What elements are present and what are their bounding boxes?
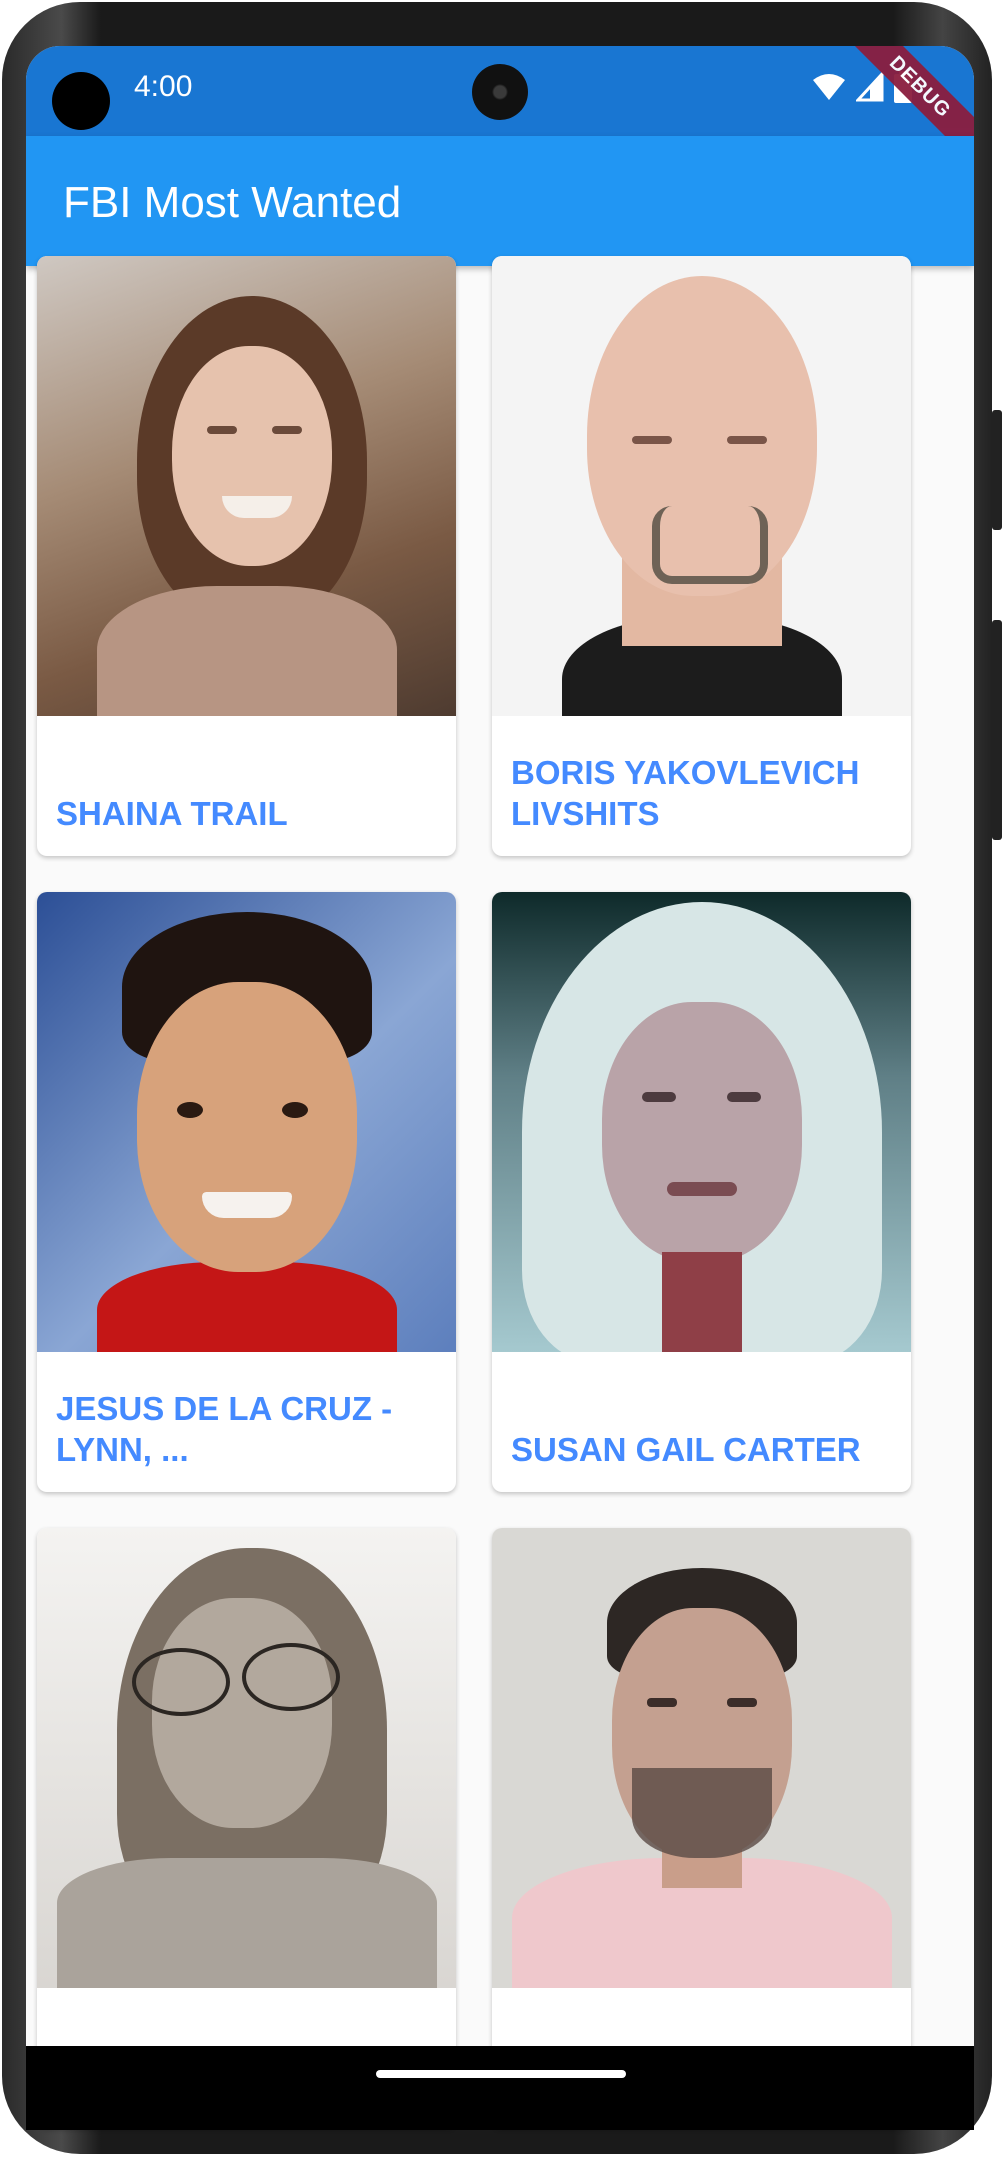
- wanted-card[interactable]: SHAINA TRAIL: [37, 256, 456, 856]
- wanted-photo: [492, 892, 911, 1352]
- status-time: 4:00: [134, 70, 193, 103]
- signal-icon: [856, 72, 884, 102]
- status-bar: 4:00 DEBUG: [26, 46, 974, 170]
- wanted-card[interactable]: [37, 1528, 456, 2128]
- wanted-photo: [492, 1528, 911, 1988]
- app-bar: FBI Most Wanted: [26, 136, 974, 266]
- phone-frame: 4:00 DEBUG FBI Most Wanted SHAINA TRAIL …: [0, 0, 1002, 2160]
- home-gesture-handle[interactable]: [376, 2070, 626, 2078]
- wanted-photo: [37, 892, 456, 1352]
- wanted-card[interactable]: JESUS DE LA CRUZ - LYNN, ...: [37, 892, 456, 1492]
- camera-cutout: [52, 72, 110, 130]
- wanted-photo: [37, 1528, 456, 1988]
- wanted-photo: [37, 256, 456, 716]
- power-button: [992, 620, 1002, 840]
- wanted-grid: SHAINA TRAIL BORIS YAKOVLEVICH LIVSHITS: [37, 256, 911, 2128]
- wanted-name: SUSAN GAIL CARTER: [511, 1431, 861, 1468]
- volume-button: [992, 410, 1002, 530]
- wanted-name: JESUS DE LA CRUZ - LYNN, ...: [56, 1390, 393, 1468]
- system-nav-bar: [26, 2046, 974, 2130]
- front-camera: [472, 64, 528, 120]
- app-title: FBI Most Wanted: [63, 178, 402, 227]
- wanted-card[interactable]: SUSAN GAIL CARTER: [492, 892, 911, 1492]
- wanted-card[interactable]: BORIS YAKOVLEVICH LIVSHITS: [492, 256, 911, 856]
- wanted-name: SHAINA TRAIL: [56, 795, 288, 832]
- wifi-icon: [813, 74, 845, 100]
- wanted-photo: [492, 256, 911, 716]
- wanted-name: BORIS YAKOVLEVICH LIVSHITS: [511, 754, 860, 832]
- wanted-card[interactable]: [492, 1528, 911, 2128]
